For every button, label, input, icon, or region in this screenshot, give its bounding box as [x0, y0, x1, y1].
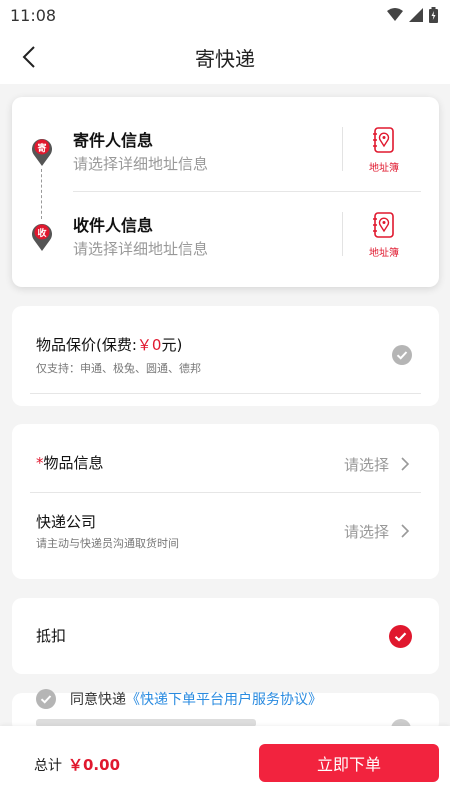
insurance-note: 仅支持：申通、极兔、圆通、德邦 — [36, 362, 201, 375]
insurance-fee: ￥0 — [136, 336, 162, 354]
insurance-card[interactable]: 物品保价(保费:￥0元) 仅支持：申通、极兔、圆通、德邦 — [12, 306, 439, 406]
shipment-details-card: *物品信息 请选择 快递公司 请主动与快递员沟通取货时间 请选择 — [12, 424, 439, 579]
goods-info-label: *物品信息 — [36, 454, 104, 472]
deduction-label: 抵扣 — [36, 627, 67, 645]
status-time: 11:08 — [10, 5, 57, 25]
page-title: 寄快递 — [195, 46, 255, 71]
chevron-right-icon[interactable] — [399, 456, 411, 472]
receiver-placeholder: 请选择详细地址信息 — [73, 240, 209, 258]
address-book-label: 地址簿 — [369, 248, 399, 259]
total: 总计 ￥0.00 — [34, 754, 120, 775]
chevron-left-icon — [22, 46, 35, 68]
bottom-bar: 总计 ￥0.00 立即下单 — [0, 726, 450, 800]
deduction-card[interactable]: 抵扣 — [12, 598, 439, 674]
divider — [30, 393, 421, 394]
submit-order-button[interactable]: 立即下单 — [259, 744, 439, 782]
sender-row[interactable]: 寄 寄件人信息 请选择详细地址信息 地址簿 — [12, 115, 439, 195]
chevron-right-icon[interactable] — [399, 523, 411, 539]
express-company-select[interactable]: 请选择 — [344, 521, 389, 542]
total-amount: ￥0.00 — [68, 756, 121, 774]
insurance-checkbox[interactable] — [392, 345, 412, 365]
sender-pin-icon: 寄 — [31, 137, 53, 167]
receiver-title: 收件人信息 — [73, 216, 154, 235]
vertical-divider — [342, 212, 343, 256]
goods-info-select[interactable]: 请选择 — [344, 454, 389, 475]
address-book-icon — [373, 212, 394, 238]
status-icons — [387, 7, 438, 23]
sender-placeholder: 请选择详细地址信息 — [73, 155, 209, 173]
express-company-label: 快递公司 — [36, 513, 97, 531]
sender-title: 寄件人信息 — [73, 131, 154, 150]
signal-icon — [409, 8, 423, 22]
address-book-label: 地址簿 — [369, 163, 399, 174]
agreement-checkbox[interactable] — [36, 689, 56, 709]
battery-icon — [429, 7, 438, 23]
agreement-link[interactable]: 《快递下单平台用户服务协议》 — [126, 692, 322, 708]
insurance-title: 物品保价(保费:￥0元) — [36, 336, 183, 354]
address-card: 寄 寄件人信息 请选择详细地址信息 地址簿 收 收件人信息 请选择详细地址信息 … — [12, 97, 439, 287]
wifi-icon — [387, 8, 403, 21]
receiver-pin-icon: 收 — [31, 222, 53, 252]
divider — [30, 492, 421, 493]
back-button[interactable] — [14, 42, 44, 72]
agreement-text: 同意快递《快递下单平台用户服务协议》 — [70, 692, 322, 708]
navbar: 寄快递 — [0, 30, 450, 84]
status-bar: 11:08 — [0, 0, 450, 30]
total-label: 总计 — [34, 758, 62, 774]
deduction-checkbox[interactable] — [389, 625, 412, 648]
express-company-note: 请主动与快递员沟通取货时间 — [36, 537, 179, 550]
receiver-address-book-button[interactable]: 地址簿 — [364, 212, 404, 260]
sender-address-book-button[interactable]: 地址簿 — [364, 127, 404, 175]
receiver-row[interactable]: 收 收件人信息 请选择详细地址信息 地址簿 — [12, 200, 439, 280]
address-book-icon — [373, 127, 394, 153]
vertical-divider — [342, 127, 343, 171]
